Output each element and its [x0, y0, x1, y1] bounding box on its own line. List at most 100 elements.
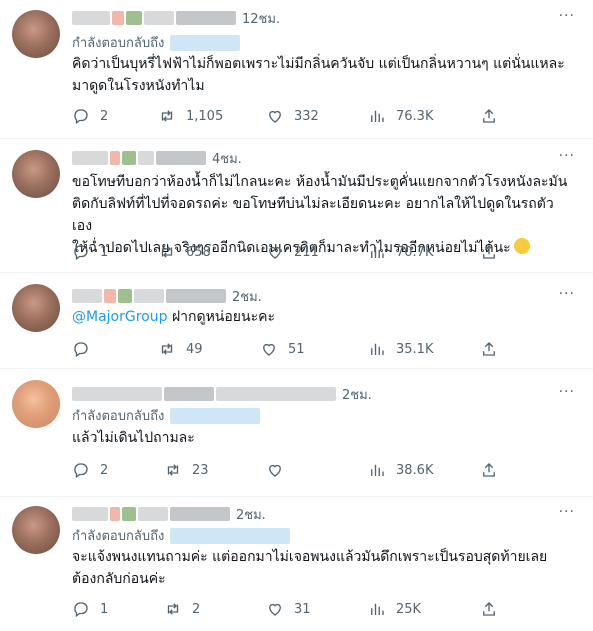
retweet-button[interactable]: 1,105	[158, 107, 223, 125]
heart-icon	[269, 464, 281, 477]
reply-button[interactable]: 2	[72, 461, 108, 479]
views-count: 25K	[396, 601, 422, 617]
retweet-icon	[167, 603, 179, 615]
tweet-5[interactable]: 2ชม. ··· กำลังตอบกลับถึง จะแจ้งพนงแทนถาม…	[0, 496, 593, 631]
share-button[interactable]	[480, 107, 508, 125]
views-button[interactable]: 38.6K	[368, 461, 433, 479]
reply-button[interactable]: 2	[72, 107, 108, 125]
reply-button[interactable]: 1	[72, 600, 108, 618]
like-count: 31	[294, 601, 311, 617]
retweet-button[interactable]: 658	[158, 243, 211, 261]
heart-icon	[263, 343, 275, 356]
tweet-text-line: ติดกับลิฟท์ที่ไปที่จอดรถค่ะ ขอโทษทีบ่นไม…	[72, 196, 554, 234]
share-button[interactable]	[480, 461, 508, 479]
author-name-redacted[interactable]: 2ชม.	[72, 384, 372, 404]
reply-count: 2	[100, 108, 109, 124]
replying-to: กำลังตอบกลับถึง	[72, 32, 241, 53]
replying-to-label: กำลังตอบกลับถึง	[72, 409, 165, 424]
more-options-icon[interactable]: ···	[559, 148, 575, 164]
tweet-3[interactable]: 2ชม. ··· @MajorGroup ฝากดูหน่อยนะคะ 49 5…	[0, 272, 593, 369]
replying-to-handle[interactable]	[170, 407, 261, 424]
tweet-time[interactable]: 12ชม.	[242, 8, 280, 29]
reply-icon	[74, 109, 88, 125]
tweet-text-line: จะแจ้งพนงแทนถามค่ะ แต่ออกมาไม่เจอพนงแล้ว…	[72, 549, 548, 565]
reply-icon	[74, 602, 88, 618]
tweet-time[interactable]: 4ชม.	[212, 148, 242, 169]
avatar[interactable]	[12, 284, 60, 332]
replying-to-label: กำลังตอบกลับถึง	[72, 529, 165, 544]
tweet-text-line: คิดว่าเป็นบุหรี่ไฟฟ้าไม่ก็พอตเพราะไม่มีก…	[72, 56, 565, 72]
retweet-count: 1,105	[186, 108, 224, 124]
tweet-text-line: แล้วไม่เดินไปถามละ	[72, 430, 195, 446]
more-options-icon[interactable]: ···	[559, 8, 575, 24]
tweet-actions: 2 1,105 332 76.3K	[72, 104, 512, 128]
like-count: 211	[294, 244, 319, 260]
share-icon	[483, 109, 495, 123]
like-button[interactable]: 31	[266, 600, 311, 618]
tweet-time[interactable]: 2ชม.	[342, 384, 372, 405]
like-button[interactable]: 51	[260, 340, 305, 358]
replying-to: กำลังตอบกลับถึง	[72, 405, 261, 426]
avatar[interactable]	[12, 150, 60, 198]
author-name-redacted[interactable]: 12ชม.	[72, 8, 280, 28]
views-button[interactable]: 76.3K	[368, 107, 433, 125]
retweet-count: 23	[192, 462, 209, 478]
tweet-time[interactable]: 2ชม.	[236, 504, 266, 525]
like-button[interactable]: 211	[266, 243, 319, 261]
views-count: 35.1K	[396, 341, 434, 357]
share-button[interactable]	[480, 340, 508, 358]
views-icon	[371, 110, 384, 122]
tweet-actions: 2 23 38.6K	[72, 458, 512, 482]
reply-icon	[74, 463, 88, 479]
views-button[interactable]: 35.1K	[368, 340, 433, 358]
tweet-time[interactable]: 2ชม.	[232, 286, 262, 307]
views-icon	[371, 464, 384, 476]
retweet-button[interactable]: 49	[158, 340, 203, 358]
replying-to-handle[interactable]	[170, 527, 291, 544]
reply-button[interactable]	[72, 340, 100, 358]
like-button[interactable]	[266, 461, 294, 479]
tweet-actions: 49 51 35.1K	[72, 337, 512, 361]
like-count: 332	[294, 108, 319, 124]
tweet-1[interactable]: 12ชม. ··· กำลังตอบกลับถึง คิดว่าเป็นบุหร…	[0, 0, 593, 139]
views-icon	[371, 246, 384, 258]
share-icon	[483, 463, 495, 477]
replying-to-label: กำลังตอบกลับถึง	[72, 36, 165, 51]
retweet-button[interactable]: 23	[164, 461, 209, 479]
replying-to-handle[interactable]	[170, 34, 241, 51]
author-name-redacted[interactable]: 4ชม.	[72, 148, 242, 168]
avatar[interactable]	[12, 10, 60, 58]
share-icon	[483, 342, 495, 356]
more-options-icon[interactable]: ···	[559, 504, 575, 520]
retweet-icon	[161, 246, 173, 258]
tweet-text-line: ขอโทษทีบอกว่าห้องน้ำก็ไม่ไกลนะคะ ห้องน้ำ…	[72, 174, 568, 190]
author-name-redacted[interactable]: 2ชม.	[72, 286, 262, 306]
reply-count: 2	[100, 462, 109, 478]
views-button[interactable]: 25K	[368, 600, 421, 618]
tweet-2[interactable]: 4ชม. ··· ขอโทษทีบอกว่าห้องน้ำก็ไม่ไกลนะค…	[0, 138, 593, 273]
replying-to: กำลังตอบกลับถึง	[72, 525, 291, 546]
tweet-4[interactable]: 2ชม. ··· กำลังตอบกลับถึง แล้วไม่เดินไปถา…	[0, 368, 593, 497]
views-button[interactable]: 70.7K	[368, 243, 433, 261]
share-icon	[483, 602, 495, 616]
tweet-text-line: มาดูดในโรงหนังทำไม	[72, 78, 205, 94]
tweet-actions: 1 658 211 70.7K	[72, 240, 512, 264]
like-button[interactable]: 332	[266, 107, 319, 125]
share-button[interactable]	[480, 243, 508, 261]
tweet-text: @MajorGroup ฝากดูหน่อยนะคะ	[72, 306, 572, 328]
avatar[interactable]	[12, 380, 60, 428]
avatar[interactable]	[12, 506, 60, 554]
more-options-icon[interactable]: ···	[559, 286, 575, 302]
author-name-redacted[interactable]: 2ชม.	[72, 504, 266, 524]
tweet-text-line: ต้องกลับก่อนค่ะ	[72, 571, 166, 587]
views-icon	[371, 603, 384, 615]
tweet-text: คิดว่าเป็นบุหรี่ไฟฟ้าไม่ก็พอตเพราะไม่มีก…	[72, 53, 572, 97]
mention-link[interactable]: @MajorGroup	[72, 309, 168, 325]
reply-count: 1	[100, 244, 109, 260]
retweet-count: 49	[186, 341, 203, 357]
share-button[interactable]	[480, 600, 508, 618]
retweet-button[interactable]: 2	[164, 600, 200, 618]
reply-button[interactable]: 1	[72, 243, 108, 261]
more-options-icon[interactable]: ···	[559, 384, 575, 400]
views-count: 70.7K	[396, 244, 434, 260]
